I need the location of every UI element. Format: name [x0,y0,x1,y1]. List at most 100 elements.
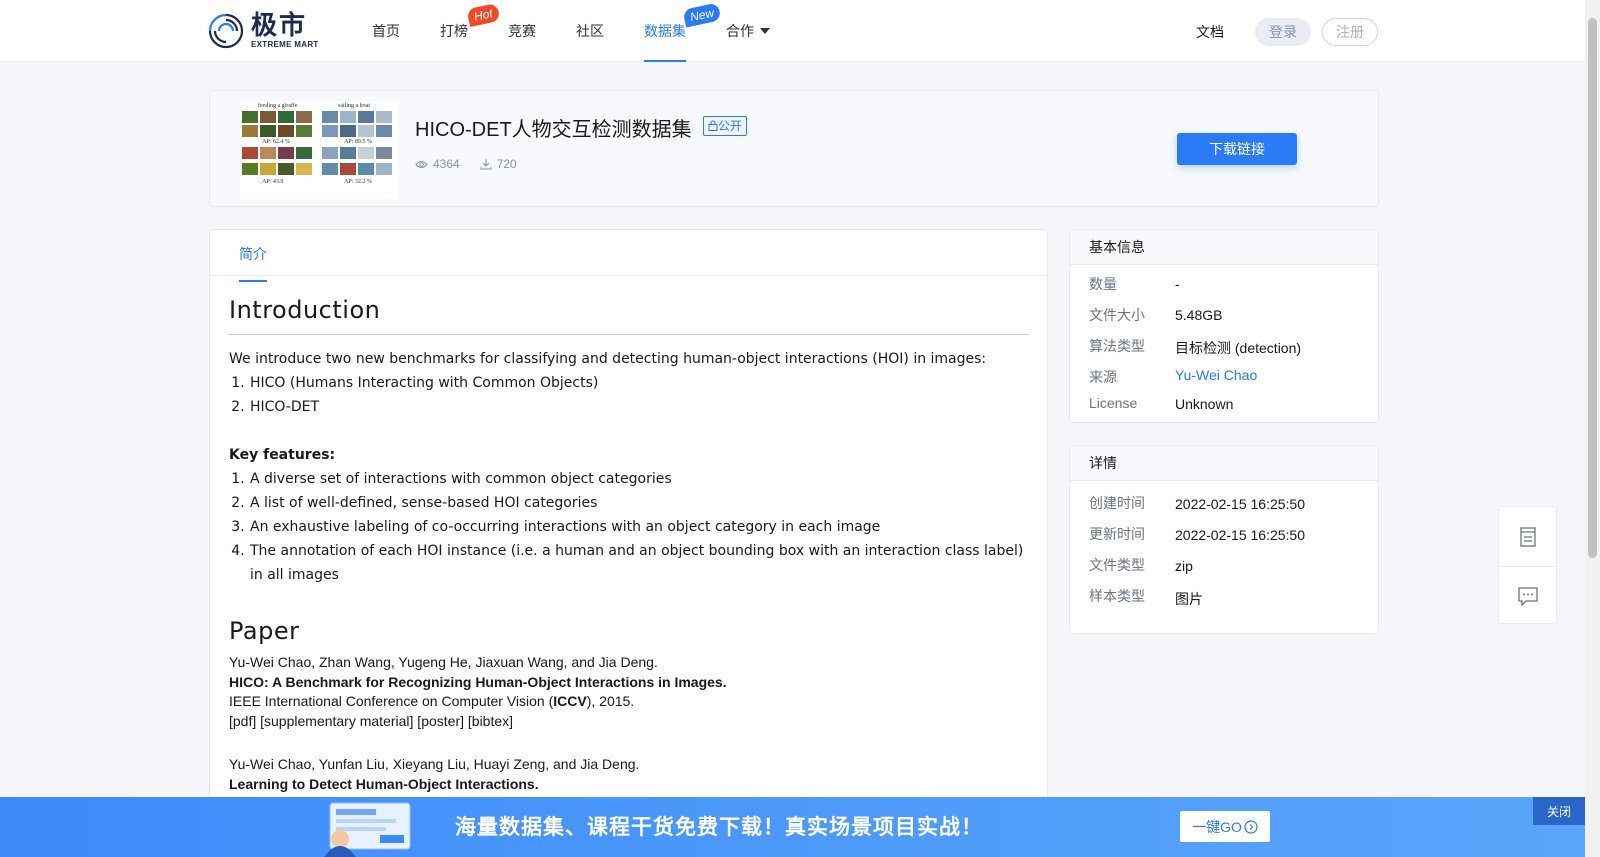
nav-item-home[interactable]: 首页 [372,0,400,62]
nav-label: 打榜 [440,23,468,39]
document-button[interactable] [1499,507,1556,566]
detail-row: 文件类型 zip [1070,555,1378,586]
comment-icon [1517,586,1538,606]
downloads-count: 720 [496,157,517,171]
views-count: 4364 [433,157,460,171]
paper-links[interactable]: [pdf] [supplementary material] [poster] … [229,712,1029,732]
detail-row: 样本类型 图片 [1070,586,1378,617]
nav-item-cooperation[interactable]: 合作 [726,0,770,62]
basic-info-heading: 基本信息 [1070,230,1378,265]
paper-reference: Yu-Wei Chao, Yunfan Liu, Xieyang Liu, Hu… [229,755,1029,794]
nav-label: 数据集 [644,23,686,39]
nav-label: 竞赛 [508,23,536,39]
paper-venue: IEEE International Conference on Compute… [229,693,635,709]
info-value: 目标检测 (detection) [1175,340,1302,356]
details-heading: 详情 [1070,446,1378,481]
promo-illustration [324,802,411,857]
benchmark-list: HICO (Humans Interacting with Common Obj… [229,371,1029,419]
key-features-list: A diverse set of interactions with commo… [229,467,1029,587]
info-row: 算法类型 目标检测 (detection) [1070,336,1378,367]
nav-item-competition[interactable]: 竞赛 [508,0,536,62]
markdown-content: Introduction We introduce two new benchm… [229,296,1029,794]
feedback-button[interactable] [1499,566,1556,625]
list-item: An exhaustive labeling of co-occurring i… [249,515,1029,539]
detail-value: 2022-02-15 16:25:50 [1175,496,1305,512]
info-row: 文件大小 5.48GB [1070,305,1378,336]
intro-card: 简介 Introduction We introduce two new ben… [209,229,1048,857]
info-row: License Unknown [1070,395,1378,426]
main-nav: 首页 打榜 Hot 竞赛 社区 数据集 New 合作 [372,0,810,62]
info-key: 文件大小 [1089,307,1145,323]
new-badge: New [682,2,722,28]
arrow-circle-icon [1244,819,1258,834]
detail-key: 文件类型 [1089,557,1145,573]
thumb-caption: AP: 43.9 [262,179,284,185]
promo-banner: 海量数据集、课程干货免费下载！真实场景项目实战！ 一键GO [0,797,1585,857]
promo-text: 海量数据集、课程干货免费下载！真实场景项目实战！ [455,816,983,839]
detail-value: zip [1175,558,1193,574]
paper-heading: Paper [229,617,300,645]
nav-label: 社区 [576,23,604,39]
thumb-caption: AP: 89.5 % [344,139,372,145]
register-button[interactable]: 注册 [1322,18,1378,46]
download-icon [480,159,492,170]
scrollbar-thumb[interactable] [1588,18,1597,558]
brand-name-en: EXTREME MART [251,40,319,49]
info-key: License [1089,395,1138,411]
list-item: The annotation of each HOI instance (i.e… [249,539,1029,587]
tab-divider [210,275,1047,276]
login-button[interactable]: 登录 [1255,18,1311,46]
go-button-label: 一键GO [1192,818,1242,835]
nav-item-leaderboard[interactable]: 打榜 Hot [440,0,501,62]
intro-heading: Introduction [229,296,1029,335]
brand-name-cn: 极市 [251,11,308,41]
list-item: A diverse set of interactions with commo… [249,467,1029,491]
detail-key: 更新时间 [1089,526,1145,542]
info-key: 算法类型 [1089,338,1145,354]
nav-label: 首页 [372,23,400,39]
detail-value: 2022-02-15 16:25:50 [1175,527,1305,543]
paper-authors: Yu-Wei Chao, Zhan Wang, Yugeng He, Jiaxu… [229,654,658,670]
list-item: HICO-DET [249,395,1029,419]
lock-icon [708,120,718,131]
docs-link[interactable]: 文档 [1196,22,1224,42]
thumb-caption: AP: 32.2 % [344,179,372,185]
source-link[interactable]: Yu-Wei Chao [1175,367,1257,383]
download-link-button[interactable]: 下载链接 [1177,133,1297,165]
detail-key: 样本类型 [1089,588,1145,604]
detail-value: 图片 [1175,591,1203,607]
basic-info-card: 基本信息 数量 - 文件大小 5.48GB 算法类型 目标检测 (detection)… [1069,229,1379,423]
info-value: Unknown [1175,396,1234,412]
paper-title: Learning to Detect Human-Object Interact… [229,775,539,792]
info-key: 数量 [1089,276,1117,292]
info-row: 来源 Yu-Wei Chao [1070,367,1378,395]
caret-down-icon [760,28,770,34]
detail-row: 更新时间 2022-02-15 16:25:50 [1070,524,1378,555]
hot-badge: Hot [466,3,501,27]
document-icon [1519,526,1536,547]
eye-icon [415,160,428,168]
floating-toolbar [1498,506,1557,624]
brand-logo[interactable]: 极市 EXTREME MART [207,12,319,50]
page-scrollbar[interactable] [1585,0,1600,857]
paper-authors: Yu-Wei Chao, Yunfan Liu, Xieyang Liu, Hu… [229,756,640,772]
list-item: A list of well-defined, sense-based HOI … [249,491,1029,515]
thumb-caption: AP: 62.4 % [262,139,290,145]
nav-item-datasets[interactable]: 数据集 New [644,0,722,62]
key-features-label: Key features: [229,447,336,463]
go-button[interactable]: 一键GO [1180,811,1270,842]
close-banner-button[interactable]: 关闭 [1533,797,1585,825]
thumb-caption: feeding a giraffe [258,103,298,109]
details-card: 详情 创建时间 2022-02-15 16:25:50 更新时间 2022-02-1… [1069,445,1379,634]
info-value: 5.48GB [1175,307,1223,323]
nav-item-community[interactable]: 社区 [576,0,604,62]
logo-mark-icon [208,13,244,49]
info-value: - [1175,276,1180,292]
tab-intro[interactable]: 简介 [239,244,267,282]
dataset-stats: 4364 720 [415,157,517,171]
visibility-label: 公开 [718,119,743,133]
dataset-thumbnail: feeding a giraffe sailing a boat AP: 62.… [240,101,398,199]
visibility-tag: 公开 [703,116,748,136]
paper-title: HICO: A Benchmark for Recognizing Human-… [229,673,727,690]
top-navbar: 极市 EXTREME MART 首页 打榜 Hot 竞赛 社区 数据集 New … [0,0,1585,62]
